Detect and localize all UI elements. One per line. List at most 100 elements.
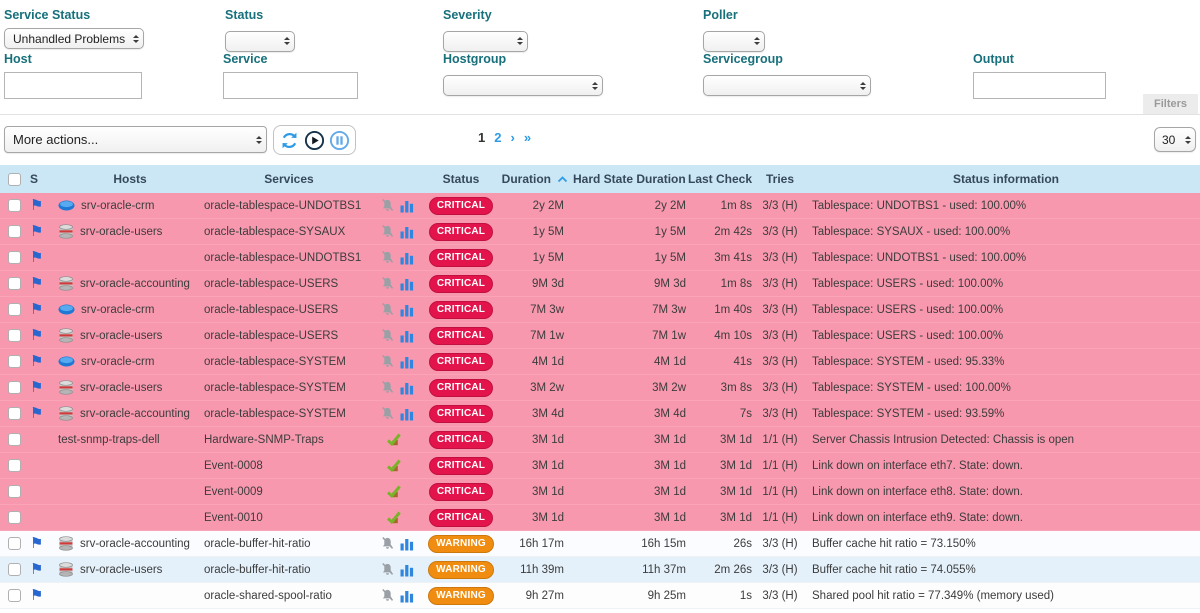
service-name-link[interactable]: oracle-tablespace-SYSTEM	[204, 408, 346, 420]
host-name-link[interactable]: srv-oracle-users	[80, 564, 162, 576]
col-header-services[interactable]: Services	[202, 172, 374, 186]
service-name-link[interactable]: oracle-tablespace-UNDOTBS1	[204, 252, 361, 264]
pause-button[interactable]	[329, 130, 350, 151]
service-graph-icon[interactable]	[400, 225, 414, 239]
row-checkbox[interactable]	[8, 589, 21, 602]
service-name-link[interactable]: Event-0009	[204, 486, 263, 498]
row-checkbox[interactable]	[8, 459, 21, 472]
service-graph-icon[interactable]	[400, 589, 414, 603]
service-name-link[interactable]: oracle-tablespace-UNDOTBS1	[204, 200, 361, 212]
filters-tab[interactable]: Filters	[1143, 94, 1198, 114]
row-checkbox[interactable]	[8, 537, 21, 550]
host-name-link[interactable]: srv-oracle-users	[80, 382, 162, 394]
service-graph-icon[interactable]	[400, 537, 414, 551]
service-name-link[interactable]: oracle-tablespace-USERS	[204, 304, 338, 316]
service-name-link[interactable]: oracle-tablespace-SYSAUX	[204, 226, 345, 238]
notifications-muted-icon	[380, 224, 395, 239]
service-graph-icon[interactable]	[400, 251, 414, 265]
row-checkbox[interactable]	[8, 277, 21, 290]
row-checkbox[interactable]	[8, 511, 21, 524]
row-checkbox[interactable]	[8, 225, 21, 238]
graph-cell	[400, 251, 428, 265]
last-check-cell: 2m 42s	[688, 226, 754, 238]
row-checkbox[interactable]	[8, 433, 21, 446]
col-header-status-information[interactable]: Status information	[806, 172, 1200, 186]
col-header-last-check[interactable]: Last Check	[688, 172, 754, 186]
col-header-status[interactable]: Status	[428, 172, 494, 186]
service-cell: oracle-tablespace-USERS	[202, 330, 374, 342]
page-next-link[interactable]: ›	[510, 130, 514, 145]
s-cell: ⚑	[28, 536, 50, 551]
severity-select[interactable]	[443, 31, 528, 52]
service-name-link[interactable]: oracle-tablespace-SYSTEM	[204, 356, 346, 368]
page-last-link[interactable]: »	[524, 130, 531, 145]
select-stepper-icon	[754, 34, 760, 48]
service-name-link[interactable]: oracle-tablespace-SYSTEM	[204, 382, 346, 394]
service-graph-icon[interactable]	[400, 381, 414, 395]
col-header-s[interactable]: S	[28, 172, 50, 186]
status-cell: CRITICAL	[428, 301, 494, 319]
service-graph-icon[interactable]	[400, 355, 414, 369]
row-checkbox[interactable]	[8, 563, 21, 576]
status-select[interactable]	[225, 31, 295, 52]
row-checkbox[interactable]	[8, 485, 21, 498]
graph-cell	[400, 537, 428, 551]
service-name-link[interactable]: oracle-buffer-hit-ratio	[204, 564, 311, 576]
host-name-link[interactable]: srv-oracle-crm	[81, 356, 154, 368]
page-1-link[interactable]: 1	[478, 130, 485, 145]
status-badge: CRITICAL	[429, 509, 493, 527]
play-button[interactable]	[304, 130, 325, 151]
service-name-link[interactable]: Event-0010	[204, 512, 263, 524]
host-name-link[interactable]: srv-oracle-users	[80, 330, 162, 342]
per-page-select[interactable]: 30	[1154, 127, 1196, 152]
col-header-duration[interactable]: Duration	[494, 172, 570, 186]
service-name-link[interactable]: Hardware-SNMP-Traps	[204, 434, 324, 446]
service-name-link[interactable]: oracle-tablespace-USERS	[204, 330, 338, 342]
tries-cell: 3/3 (H)	[754, 252, 806, 264]
hostgroup-select[interactable]	[443, 75, 603, 96]
row-checkbox[interactable]	[8, 199, 21, 212]
service-status-select[interactable]: Unhandled Problems	[4, 28, 144, 49]
service-name-link[interactable]: Event-0008	[204, 460, 263, 472]
service-name-link[interactable]: oracle-shared-spool-ratio	[204, 590, 332, 602]
service-graph-icon[interactable]	[400, 303, 414, 317]
service-name-link[interactable]: oracle-tablespace-USERS	[204, 278, 338, 290]
service-graph-icon[interactable]	[400, 277, 414, 291]
row-checkbox[interactable]	[8, 407, 21, 420]
host-name-link[interactable]: srv-oracle-accounting	[80, 538, 190, 550]
host-name-link[interactable]: test-snmp-traps-dell	[58, 434, 160, 446]
row-checkbox[interactable]	[8, 251, 21, 264]
host-name-link[interactable]: srv-oracle-accounting	[80, 278, 190, 290]
host-name-link[interactable]: srv-oracle-accounting	[80, 408, 190, 420]
output-input[interactable]	[973, 72, 1106, 99]
row-checkbox[interactable]	[8, 355, 21, 368]
service-graph-icon[interactable]	[400, 563, 414, 577]
refresh-button[interactable]	[279, 130, 300, 151]
status-cell: CRITICAL	[428, 249, 494, 267]
service-input[interactable]	[223, 72, 358, 99]
hard-state-duration-cell: 9h 25m	[570, 590, 688, 602]
col-header-hosts[interactable]: Hosts	[50, 172, 202, 186]
passive-check-icon	[386, 433, 402, 447]
page-2-link[interactable]: 2	[494, 130, 501, 145]
service-graph-icon[interactable]	[400, 407, 414, 421]
table-row: ⚑ srv-oracle-accounting oracle-buffer-hit-…	[0, 531, 1200, 557]
host-input[interactable]	[4, 72, 142, 99]
row-checkbox[interactable]	[8, 303, 21, 316]
col-header-tries[interactable]: Tries	[754, 172, 806, 186]
service-graph-icon[interactable]	[400, 199, 414, 213]
col-header-hard-state-duration[interactable]: Hard State Duration	[570, 172, 688, 186]
servicegroup-select[interactable]	[703, 75, 871, 96]
poller-select[interactable]	[703, 31, 765, 52]
more-actions-select[interactable]: More actions...	[4, 126, 267, 153]
row-checkbox[interactable]	[8, 329, 21, 342]
row-checkbox[interactable]	[8, 381, 21, 394]
host-name-link[interactable]: srv-oracle-users	[80, 226, 162, 238]
service-cell: oracle-tablespace-SYSTEM	[202, 382, 374, 394]
service-cell: oracle-tablespace-SYSTEM	[202, 356, 374, 368]
select-all-checkbox[interactable]	[8, 173, 21, 186]
host-name-link[interactable]: srv-oracle-crm	[81, 200, 154, 212]
host-name-link[interactable]: srv-oracle-crm	[81, 304, 154, 316]
service-name-link[interactable]: oracle-buffer-hit-ratio	[204, 538, 311, 550]
service-graph-icon[interactable]	[400, 329, 414, 343]
